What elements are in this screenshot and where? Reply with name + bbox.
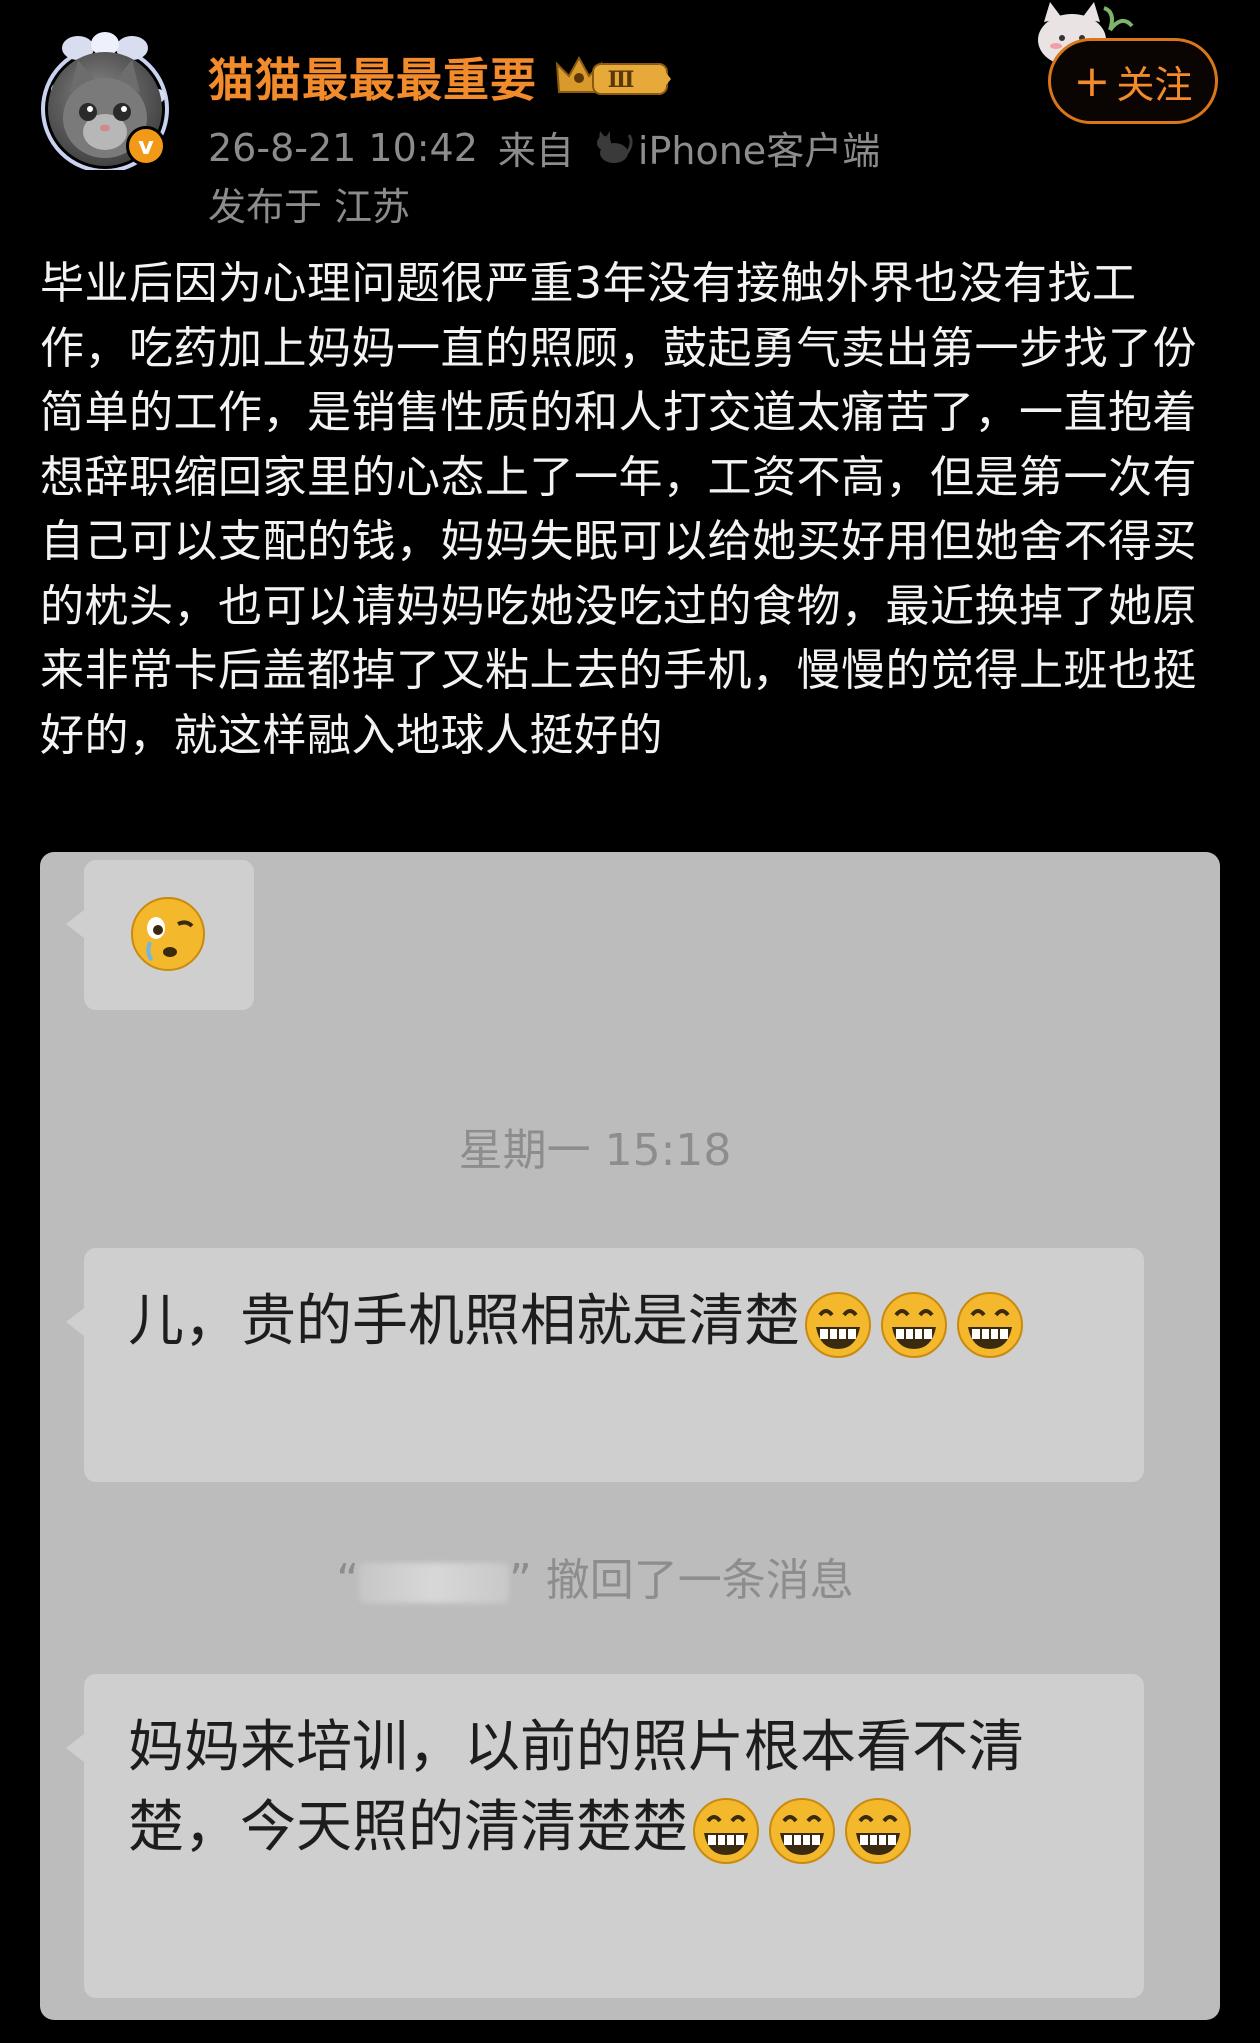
chat-bubble-message-1: 儿，贵的手机照相就是清楚: [66, 1248, 1144, 1482]
svg-text:Ⅲ: Ⅲ: [608, 67, 635, 93]
grinning-face-emoji: [805, 1291, 871, 1358]
avatar[interactable]: v: [38, 30, 173, 170]
recall-notice: “ ” 撤回了一条消息: [40, 1544, 1150, 1608]
grinning-face-emoji: [693, 1797, 759, 1864]
post-location: 发布于 江苏: [208, 185, 411, 229]
crown-level-badge-icon: Ⅲ: [555, 55, 671, 95]
plus-icon: +: [1073, 55, 1111, 107]
crown-level-icon[interactable]: Ⅲ: [553, 52, 673, 102]
post-timestamp: 26-8-21 10:42: [208, 125, 478, 170]
chat-screenshot-image[interactable]: 星期一 15:18 儿，贵的手机照相就是清楚 “ ” 撤回了一条消息 妈妈来培训，…: [40, 852, 1220, 2020]
bubble-tail: [66, 910, 84, 938]
chat-message-1-text: 儿，贵的手机照相就是清楚: [128, 1289, 800, 1354]
follow-button-label: 关注: [1116, 62, 1193, 107]
chat-bubble-message-2: 妈妈来培训，以前的照片根本看不清楚，今天照的清清楚楚: [66, 1674, 1144, 1998]
chat-bubble-emoji: [66, 860, 254, 1010]
bubble-tail: [66, 1734, 84, 1762]
recall-quote-open: “: [336, 1555, 359, 1606]
grinning-face-emoji: [769, 1797, 835, 1864]
grinning-face-emoji: [845, 1797, 911, 1864]
username[interactable]: 猫猫最最最重要: [208, 44, 537, 110]
bubble-tail: [66, 1308, 84, 1336]
cat-icon: [596, 130, 633, 163]
chat-timestamp: 星期一 15:18: [458, 1125, 732, 1176]
worried-face-emoji: [131, 897, 205, 971]
source-prefix: 来自: [497, 129, 574, 173]
recall-quote-close: ”: [509, 1555, 532, 1606]
grinning-face-emoji: [881, 1291, 947, 1358]
follow-button[interactable]: + 关注: [1048, 38, 1218, 124]
verified-v-icon: v: [126, 126, 166, 166]
source-client[interactable]: iPhone客户端: [594, 120, 880, 175]
weibo-post-page: v 猫猫最最最重要 Ⅲ 26-8-21 10:42 来自 iPhone客户端 发…: [0, 0, 1260, 2043]
recall-notice-text: 撤回了一条消息: [545, 1555, 854, 1606]
post-meta: 26-8-21 10:42 来自 iPhone客户端: [208, 120, 880, 175]
chat-message-2: 妈妈来培训，以前的照片根本看不清楚，今天照的清清楚楚: [128, 1708, 1118, 1868]
redacted-name: [359, 1563, 509, 1603]
username-row: 猫猫最最最重要 Ⅲ: [208, 44, 673, 110]
source-client-label: iPhone客户端: [637, 129, 881, 173]
chat-message-1: 儿，贵的手机照相就是清楚: [128, 1282, 1118, 1362]
post-body-text: 毕业后因为心理问题很严重3年没有接触外界也没有找工作，吃药加上妈妈一直的照顾，鼓…: [40, 258, 1197, 761]
grinning-face-emoji: [957, 1291, 1023, 1358]
